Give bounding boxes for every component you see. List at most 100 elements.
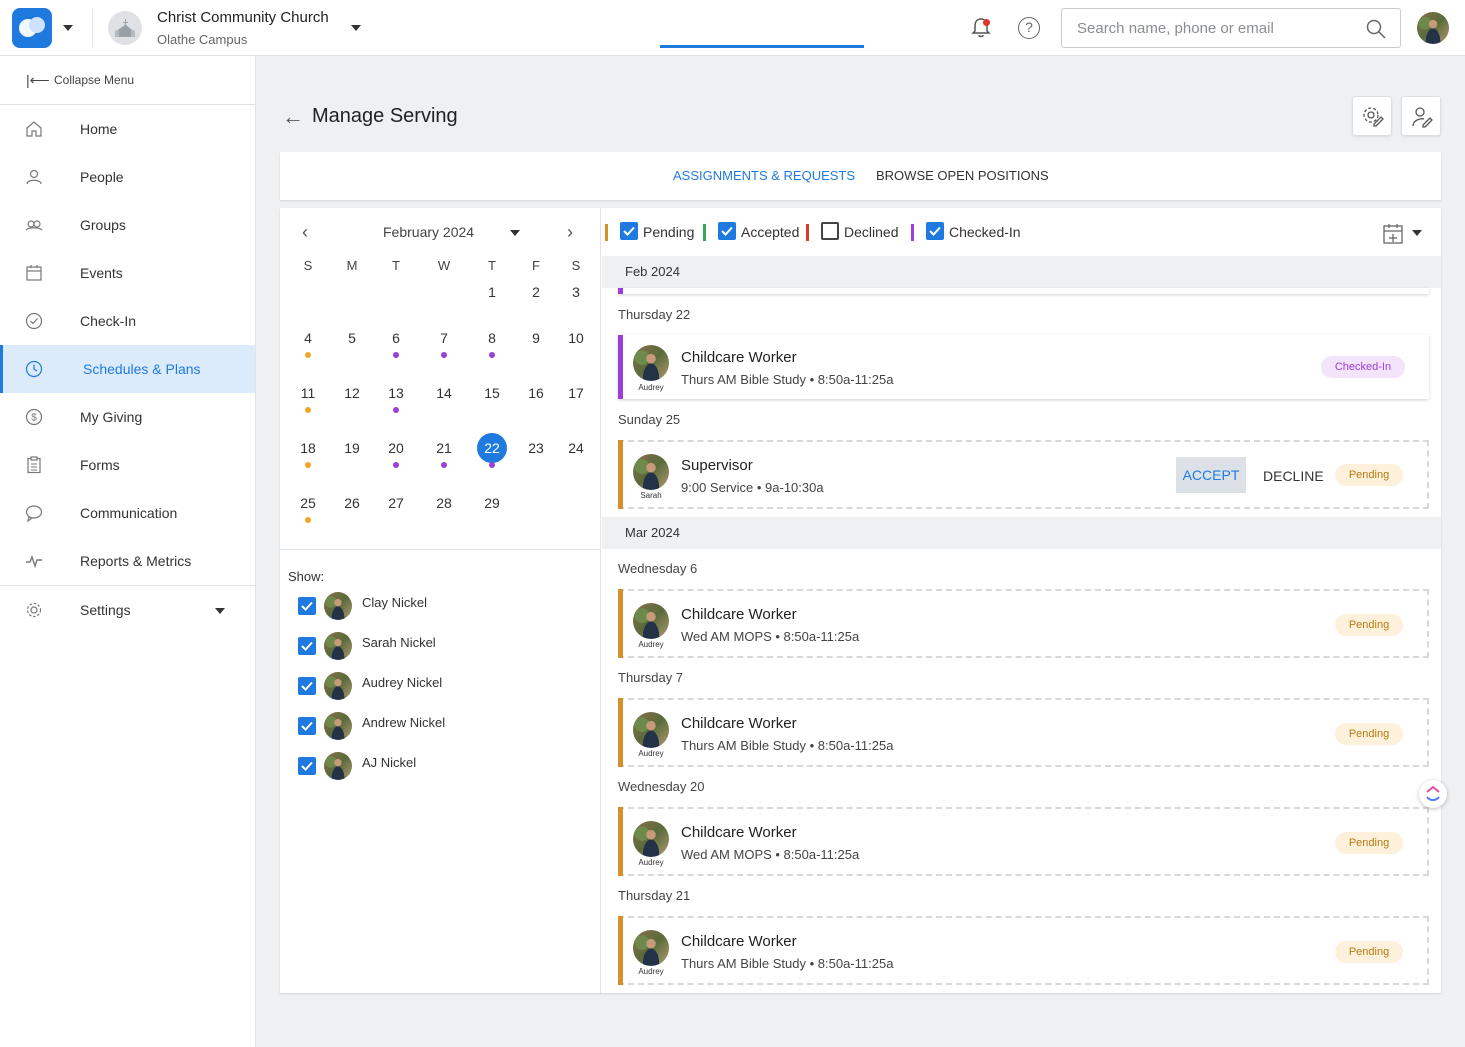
calendar-add-icon[interactable] <box>1382 222 1406 246</box>
status-color-marker <box>911 224 914 241</box>
church-name[interactable]: Christ Community Church <box>157 9 329 26</box>
calendar-day[interactable]: 14 <box>424 385 464 401</box>
calendar-day[interactable]: 26 <box>332 495 372 511</box>
tab-assignments-requests[interactable]: ASSIGNMENTS & REQUESTS <box>673 168 855 183</box>
calendar-day[interactable]: 11 <box>288 385 328 401</box>
filter-label[interactable]: Checked-In <box>949 224 1021 240</box>
collapse-menu-button[interactable]: |⟵ Collapse Menu <box>0 56 255 105</box>
filter-checkbox-accepted[interactable] <box>718 222 736 240</box>
tab-browse-open-positions[interactable]: BROWSE OPEN POSITIONS <box>876 168 1049 183</box>
person-name: AJ Nickel <box>362 755 417 770</box>
gear-icon <box>26 602 42 618</box>
calendar-day[interactable]: 23 <box>516 440 556 456</box>
sidebar-item-label: Events <box>80 265 123 281</box>
sidebar-item-schedules-plans[interactable]: Schedules & Plans <box>0 345 255 393</box>
calendar-day[interactable]: 13 <box>376 385 416 401</box>
campus-name[interactable]: Olathe Campus <box>157 32 247 47</box>
sidebar-item-groups[interactable]: Groups <box>0 201 255 249</box>
calendar-icon <box>26 265 42 281</box>
filter-label[interactable]: Declined <box>844 224 898 240</box>
status-badge: Pending <box>1335 832 1403 854</box>
calendar-day[interactable]: 2 <box>516 284 556 300</box>
sidebar-item-my-giving[interactable]: $ My Giving <box>0 393 255 441</box>
assignment-card[interactable]: Audrey Childcare Worker Wed AM MOPS • 8:… <box>618 589 1429 658</box>
search-icon[interactable] <box>1366 19 1386 39</box>
help-icon[interactable]: ? <box>1018 17 1040 39</box>
filter-label[interactable]: Accepted <box>741 224 799 240</box>
sidebar-item-events[interactable]: Events <box>0 249 255 297</box>
sidebar: |⟵ Collapse Menu Home People Groups Even… <box>0 56 256 1047</box>
assignment-card[interactable]: Sarah Supervisor 9:00 Service • 9a-10:30… <box>618 440 1429 509</box>
sidebar-item-check-in[interactable]: Check-In <box>0 297 255 345</box>
edit-profile-button[interactable] <box>1401 96 1441 136</box>
calendar-day[interactable]: 22 <box>472 440 512 456</box>
person-avatar <box>324 592 352 620</box>
person-checkbox[interactable] <box>298 717 316 735</box>
day-header: Thursday 21 <box>618 888 691 903</box>
sidebar-item-settings[interactable]: Settings <box>0 586 255 634</box>
filter-checkbox-checked-in[interactable] <box>926 222 944 240</box>
sidebar-item-reports-metrics[interactable]: Reports & Metrics <box>0 537 255 585</box>
sidebar-item-communication[interactable]: Communication <box>0 489 255 537</box>
person-checkbox[interactable] <box>298 597 316 615</box>
status-badge: Pending <box>1335 464 1403 486</box>
person-checkbox[interactable] <box>298 677 316 695</box>
calendar-day[interactable]: 16 <box>516 385 556 401</box>
app-switcher-chevron-down-icon[interactable] <box>63 25 73 31</box>
filter-label[interactable]: Pending <box>643 224 694 240</box>
accept-button[interactable]: ACCEPT <box>1176 457 1246 493</box>
calendar-day[interactable]: 24 <box>556 440 596 456</box>
calendar-day[interactable]: 28 <box>424 495 464 511</box>
calendar-day[interactable]: 18 <box>288 440 328 456</box>
clickup-extension-icon[interactable] <box>1419 780 1447 808</box>
calendar-day[interactable]: 12 <box>332 385 372 401</box>
decline-button[interactable]: DECLINE <box>1263 468 1324 484</box>
event-dot <box>305 352 311 358</box>
sidebar-item-people[interactable]: People <box>0 153 255 201</box>
calendar-day[interactable]: 19 <box>332 440 372 456</box>
back-arrow-icon[interactable]: ← <box>282 104 304 130</box>
user-avatar[interactable] <box>1417 12 1449 44</box>
calendar-day[interactable]: 10 <box>556 330 596 346</box>
calendar-day[interactable]: 5 <box>332 330 372 346</box>
calendar-day[interactable]: 1 <box>472 284 512 300</box>
calendar-day[interactable]: 4 <box>288 330 328 346</box>
app-logo-icon[interactable] <box>12 8 52 48</box>
calendar-day[interactable]: 6 <box>376 330 416 346</box>
calendar-day[interactable]: 8 <box>472 330 512 346</box>
calendar-day[interactable]: 3 <box>556 284 596 300</box>
calendar-day[interactable]: 25 <box>288 495 328 511</box>
church-icon[interactable] <box>108 11 142 45</box>
person-checkbox[interactable] <box>298 637 316 655</box>
calendar-add-chevron-down-icon[interactable] <box>1412 230 1422 236</box>
calendar-day[interactable]: 15 <box>472 385 512 401</box>
assignment-card[interactable]: Audrey Childcare Worker Thurs AM Bible S… <box>618 916 1429 985</box>
activity-icon <box>26 554 42 569</box>
month-chevron-down-icon[interactable] <box>510 230 520 236</box>
sidebar-item-label: People <box>80 169 124 185</box>
serving-settings-button[interactable] <box>1352 96 1392 136</box>
assignment-card[interactable]: Audrey Childcare Worker Wed AM MOPS • 8:… <box>618 807 1429 876</box>
calendar-day[interactable]: 29 <box>472 495 512 511</box>
church-chevron-down-icon[interactable] <box>351 25 361 31</box>
calendar-day[interactable]: 21 <box>424 440 464 456</box>
sidebar-item-label: Forms <box>80 457 120 473</box>
calendar-day[interactable]: 7 <box>424 330 464 346</box>
filter-checkbox-pending[interactable] <box>620 222 638 240</box>
month-label[interactable]: February 2024 <box>383 224 474 240</box>
calendar-day[interactable]: 17 <box>556 385 596 401</box>
calendar-day[interactable]: 27 <box>376 495 416 511</box>
dollar-icon: $ <box>25 408 43 426</box>
person-checkbox[interactable] <box>298 757 316 775</box>
search-input[interactable] <box>1077 18 1357 38</box>
assignment-card[interactable]: Audrey Childcare Worker Thurs AM Bible S… <box>618 698 1429 767</box>
filter-checkbox-declined[interactable] <box>821 222 839 240</box>
sidebar-item-forms[interactable]: Forms <box>0 441 255 489</box>
search-box[interactable] <box>1061 8 1401 48</box>
assignment-card[interactable]: Audrey Childcare Worker Thurs AM Bible S… <box>618 335 1429 399</box>
calendar-day[interactable]: 20 <box>376 440 416 456</box>
chevron-left-icon[interactable]: ‹ <box>302 222 308 243</box>
sidebar-item-home[interactable]: Home <box>0 105 255 153</box>
chevron-right-icon[interactable]: › <box>567 222 573 243</box>
calendar-day[interactable]: 9 <box>516 330 556 346</box>
